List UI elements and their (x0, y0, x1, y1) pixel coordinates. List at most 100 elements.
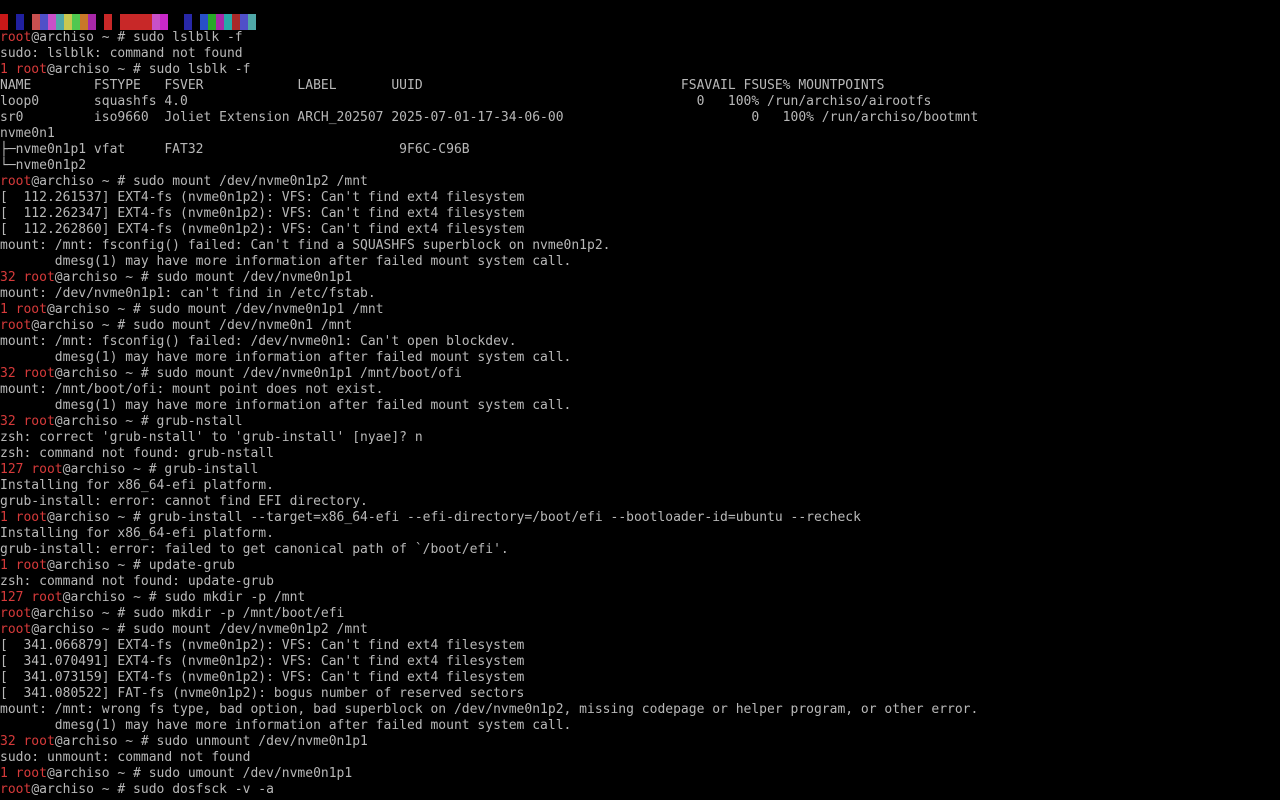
palette-swatch (32, 14, 40, 30)
line-text: [ 341.070491] EXT4-fs (nvme0n1p2): VFS: … (0, 654, 525, 669)
line-text: └─nvme0n1p2 (0, 158, 87, 173)
line-text: grub-install: error: failed to get canon… (0, 542, 509, 557)
terminal-line: mount: /dev/nvme0n1p1: can't find in /et… (0, 286, 1280, 302)
exit-code: 1 (0, 510, 16, 525)
palette-swatch (232, 14, 240, 30)
palette-swatch (16, 14, 24, 30)
palette-swatch (80, 14, 88, 30)
line-text: mount: /mnt: fsconfig() failed: /dev/nvm… (0, 334, 517, 349)
line-text: sr0 iso9660 Joliet Extension ARCH_202507… (0, 110, 979, 125)
prompt-user: root (23, 414, 55, 429)
terminal-line: mount: /mnt: wrong fs type, bad option, … (0, 702, 1280, 718)
line-text: mount: /mnt/boot/ofi: mount point does n… (0, 382, 384, 397)
exit-code: 32 (0, 366, 24, 381)
terminal-line: grub-install: error: failed to get canon… (0, 542, 1280, 558)
line-text: mount: /dev/nvme0n1p1: can't find in /et… (0, 286, 376, 301)
terminal-line: 1 root@archiso ~ # sudo lsblk -f (0, 62, 1280, 78)
line-text: [ 112.262347] EXT4-fs (nvme0n1p2): VFS: … (0, 206, 525, 221)
palette-swatch (208, 14, 216, 30)
terminal-line: root@archiso ~ # sudo mount /dev/nvme0n1… (0, 318, 1280, 334)
palette-swatch (24, 14, 32, 30)
line-text: Installing for x86_64-efi platform. (0, 478, 274, 493)
terminal-line: [ 341.070491] EXT4-fs (nvme0n1p2): VFS: … (0, 654, 1280, 670)
exit-code: 127 (0, 590, 32, 605)
prompt-user: root (0, 782, 32, 797)
exit-code: 1 (0, 302, 16, 317)
terminal-window[interactable]: root @archiso ~ # sudo lslblk -f sudo: lsl… (0, 0, 1280, 800)
line-text: @archiso ~ # sudo lsblk -f (46, 62, 251, 77)
terminal-line: root@archiso ~ # sudo mount /dev/nvme0n1… (0, 622, 1280, 638)
palette-swatch (104, 14, 112, 30)
terminal-line: zsh: command not found: grub-nstall (0, 446, 1280, 462)
line-text: @archiso ~ # sudo lslblk -f (31, 30, 243, 45)
line-text: Installing for x86_64-efi platform. (0, 526, 274, 541)
prompt-user: root (31, 590, 63, 605)
line-text: nvme0n1 (0, 126, 55, 141)
line-text: dmesg(1) may have more information after… (0, 398, 572, 413)
line-text: grub-install: error: cannot find EFI dir… (0, 494, 368, 509)
terminal-line: └─nvme0n1p2 (0, 158, 1280, 174)
prompt-user: root (15, 558, 47, 573)
terminal-line: [ 341.080522] FAT-fs (nvme0n1p2): bogus … (0, 686, 1280, 702)
prompt-user: root (15, 302, 47, 317)
line-text: @archiso ~ # update-grub (46, 558, 235, 573)
line-text: loop0 squashfs 4.0 0 100% /run/archiso/a… (0, 94, 932, 109)
line-text: @archiso ~ # grub-install --target=x86_6… (46, 510, 861, 525)
terminal-line: nvme0n1 (0, 126, 1280, 142)
terminal-line: zsh: command not found: update-grub (0, 574, 1280, 590)
palette-swatch (152, 14, 160, 30)
terminal-line: grub-install: error: cannot find EFI dir… (0, 494, 1280, 510)
prompt-user: root (15, 510, 47, 525)
color-palette-strip (0, 14, 1280, 30)
terminal-line: dmesg(1) may have more information after… (0, 398, 1280, 414)
line-text: @archiso ~ # sudo mount /dev/nvme0n1p2 /… (31, 174, 368, 189)
line-text: zsh: correct 'grub-nstall' to 'grub-inst… (0, 430, 423, 445)
line-text: [ 341.066879] EXT4-fs (nvme0n1p2): VFS: … (0, 638, 525, 653)
terminal-line: root@archiso ~ # sudo mount /dev/nvme0n1… (0, 174, 1280, 190)
terminal-line: 127 root@archiso ~ # grub-install (0, 462, 1280, 478)
palette-swatch (160, 14, 168, 30)
palette-swatch (192, 14, 200, 30)
terminal-line: 127 root@archiso ~ # sudo mkdir -p /mnt (0, 590, 1280, 606)
terminal-line: mount: /mnt/boot/ofi: mount point does n… (0, 382, 1280, 398)
line-text: @archiso ~ # sudo unmount /dev/nvme0n1p1 (54, 734, 368, 749)
line-text: @archiso ~ # sudo dosfsck -v -a (31, 782, 274, 797)
line-text: mount: /mnt: wrong fs type, bad option, … (0, 702, 979, 717)
line-text: dmesg(1) may have more information after… (0, 350, 572, 365)
terminal-line: dmesg(1) may have more information after… (0, 254, 1280, 270)
palette-swatch (96, 14, 104, 30)
palette-swatch (240, 14, 248, 30)
terminal-line: sudo: lslblk: command not found (0, 46, 1280, 62)
line-text: @archiso ~ # sudo mkdir -p /mnt/boot/efi (31, 606, 345, 621)
palette-swatch (136, 14, 144, 30)
palette-swatch (128, 14, 136, 30)
terminal-line: 1 root@archiso ~ # update-grub (0, 558, 1280, 574)
exit-code: 32 (0, 734, 24, 749)
exit-code: 1 (0, 766, 16, 781)
exit-code: 32 (0, 270, 24, 285)
line-text: @archiso ~ # sudo mount /dev/nvme0n1 /mn… (31, 318, 353, 333)
prompt-user: root (0, 622, 32, 637)
line-text: @archiso ~ # sudo mkdir -p /mnt (62, 590, 306, 605)
prompt-user: root (31, 462, 63, 477)
prompt-user: root (15, 62, 47, 77)
terminal-line: [ 341.066879] EXT4-fs (nvme0n1p2): VFS: … (0, 638, 1280, 654)
terminal-line: [ 112.262860] EXT4-fs (nvme0n1p2): VFS: … (0, 222, 1280, 238)
terminal-line: 32 root@archiso ~ # sudo unmount /dev/nv… (0, 734, 1280, 750)
palette-swatch (88, 14, 96, 30)
line-text: zsh: command not found: grub-nstall (0, 446, 274, 461)
line-text: [ 112.262860] EXT4-fs (nvme0n1p2): VFS: … (0, 222, 525, 237)
palette-swatch (48, 14, 56, 30)
palette-swatch (248, 14, 256, 30)
line-text: @archiso ~ # sudo umount /dev/nvme0n1p1 (46, 766, 353, 781)
terminal-line: mount: /mnt: fsconfig() failed: Can't fi… (0, 238, 1280, 254)
exit-code: 32 (0, 414, 24, 429)
terminal-line: 32 root@archiso ~ # grub-nstall (0, 414, 1280, 430)
prompt-user: root (23, 270, 55, 285)
terminal-line: NAME FSTYPE FSVER LABEL UUID FSAVAIL FSU… (0, 78, 1280, 94)
palette-swatch (72, 14, 80, 30)
terminal-line: 32 root@archiso ~ # sudo mount /dev/nvme… (0, 270, 1280, 286)
prompt-user: root (15, 766, 47, 781)
exit-code: 1 (0, 62, 16, 77)
line-text: @archiso ~ # sudo mount /dev/nvme0n1p2 /… (31, 622, 368, 637)
